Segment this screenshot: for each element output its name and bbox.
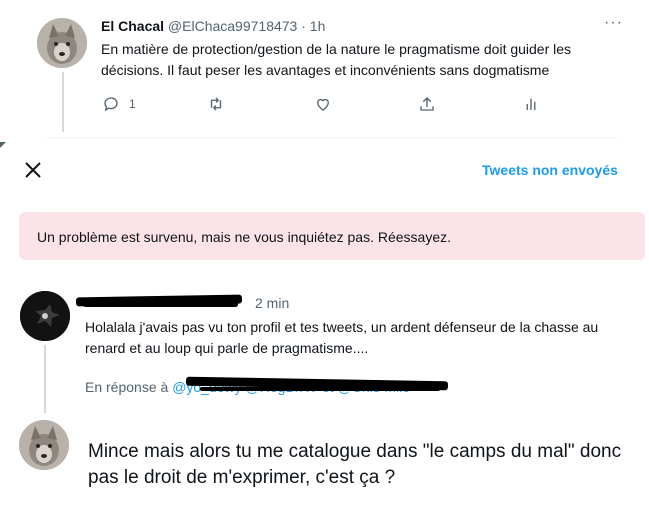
reply-button[interactable]: 1 [102,94,136,114]
display-name[interactable]: El Chacal [101,18,164,34]
like-button[interactable] [314,94,332,114]
redacted-reply-handles-2 [200,387,440,391]
author-avatar[interactable] [37,18,87,68]
close-icon [25,162,41,178]
close-button[interactable] [22,159,44,181]
analytics-icon [526,98,536,110]
wolf-avatar-image [37,18,87,68]
thread-line-reply [44,345,46,413]
draft-tweet-input[interactable]: Mince mais alors tu me catalogue dans "l… [88,439,623,491]
tweet-header: El Chacal @ElChaca99718473 · 1h [101,18,325,34]
unsent-tweets-link[interactable]: Tweets non envoyés [482,162,618,178]
heart-icon [317,98,329,111]
share-button[interactable] [418,94,436,114]
reply-time[interactable]: 2 min [255,295,289,311]
more-options-button[interactable]: ··· [604,14,623,32]
error-message: Un problème est survenu, mais ne vous in… [37,229,451,245]
corner-mark [0,142,6,148]
reply-author-avatar[interactable] [20,291,70,341]
my-avatar [19,420,69,470]
reply-count: 1 [129,97,136,111]
redacted-handle [83,302,238,307]
reply-text: Holalala j'avais pas vu ton profil et te… [85,319,599,356]
tweet-card-bottom-border [46,137,618,138]
analytics-button[interactable] [522,94,540,114]
reply-icon [104,97,118,112]
replying-to-label: En réponse à [85,379,169,395]
retweet-icon [210,97,222,111]
retweet-button[interactable] [207,94,225,114]
wolf-avatar-image [19,420,69,470]
handle-and-time[interactable]: @ElChaca99718473 · 1h [168,18,325,34]
dark-avatar-image [20,291,70,341]
share-icon [420,97,434,111]
tweet-text: En matière de protection/gestion de la n… [101,41,572,78]
thread-line [62,72,64,132]
